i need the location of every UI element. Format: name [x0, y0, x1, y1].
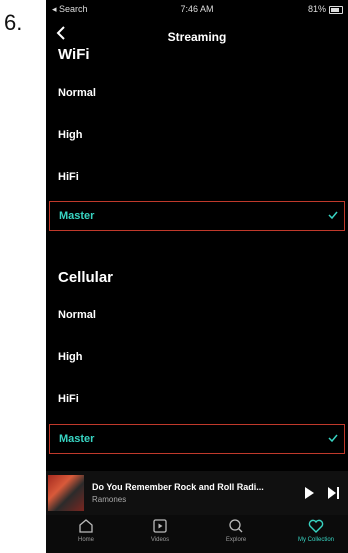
- section-title-wifi: WiFi: [58, 46, 90, 63]
- option-label: Master: [59, 210, 95, 222]
- home-icon: [79, 519, 93, 533]
- option-label: Master: [59, 433, 95, 445]
- tab-videos[interactable]: Videos: [130, 517, 190, 543]
- wifi-option-high[interactable]: High: [49, 120, 345, 150]
- tab-explore[interactable]: Explore: [206, 517, 266, 543]
- play-icon[interactable]: [304, 487, 314, 499]
- option-label: Normal: [58, 309, 96, 321]
- phone-screen: ◂ Search 7:46 AM 81% Streaming WiFi Norm…: [46, 0, 348, 553]
- wifi-option-normal[interactable]: Normal: [49, 78, 345, 108]
- checkmark-icon: [328, 211, 338, 220]
- cellular-option-normal[interactable]: Normal: [49, 300, 345, 330]
- section-title-cellular: Cellular: [58, 269, 114, 286]
- nav-bar: Streaming: [46, 18, 348, 48]
- cellular-option-master[interactable]: Master: [49, 424, 345, 454]
- step-number: 6.: [4, 10, 23, 35]
- tab-home[interactable]: Home: [56, 517, 116, 543]
- tab-my-collection[interactable]: My Collection: [286, 517, 346, 543]
- videos-icon: [153, 519, 167, 533]
- album-art: [48, 475, 84, 511]
- checkmark-icon: [328, 434, 338, 443]
- search-icon: [229, 519, 243, 533]
- now-playing-bar[interactable]: Do You Remember Rock and Roll Radi... Ra…: [46, 471, 348, 515]
- now-playing-track: Do You Remember Rock and Roll Radi...: [92, 482, 264, 492]
- option-label: Normal: [58, 87, 96, 99]
- option-label: HiFi: [58, 171, 79, 183]
- now-playing-artist: Ramones: [92, 495, 127, 504]
- tab-label: Explore: [225, 537, 247, 543]
- cellular-option-hifi[interactable]: HiFi: [49, 384, 345, 414]
- tab-bar: Home Videos Explore My Collection: [46, 515, 348, 553]
- tab-label: Home: [77, 537, 94, 543]
- option-label: High: [58, 351, 83, 363]
- tab-label: My Collection: [297, 537, 334, 543]
- tab-label: Videos: [150, 537, 170, 543]
- skip-next-icon[interactable]: [328, 487, 340, 499]
- wifi-option-master[interactable]: Master: [49, 201, 345, 231]
- status-time: 7:46 AM: [180, 4, 214, 14]
- status-battery-percent: 81%: [307, 4, 326, 14]
- cellular-option-high[interactable]: High: [49, 342, 345, 372]
- option-label: HiFi: [58, 393, 79, 405]
- battery-icon: [329, 6, 343, 14]
- page-title: Streaming: [167, 30, 227, 44]
- status-bar: ◂ Search 7:46 AM 81%: [46, 0, 348, 18]
- wifi-option-hifi[interactable]: HiFi: [49, 162, 345, 192]
- option-label: High: [58, 129, 83, 141]
- heart-icon: [308, 519, 324, 533]
